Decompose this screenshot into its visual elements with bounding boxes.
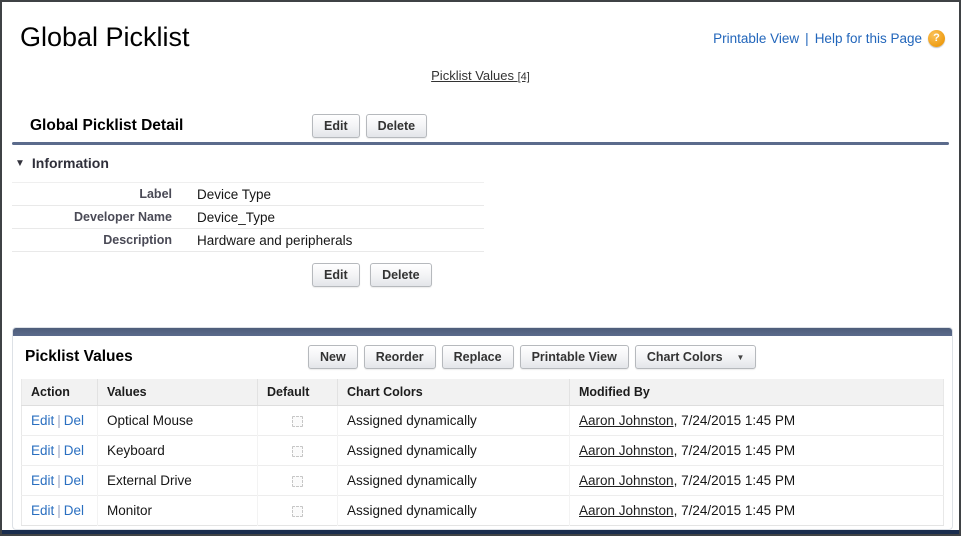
default-checkbox (292, 445, 303, 457)
field-label: Label (139, 187, 172, 201)
new-button[interactable]: New (308, 345, 358, 369)
modified-date: , 7/24/2015 1:45 PM (673, 503, 796, 518)
picklist-values-section: Picklist Values New Reorder Replace Prin… (12, 327, 953, 530)
default-cell (257, 465, 338, 496)
action-cell: Edit | Del (21, 405, 98, 436)
column-header-modified-by: Modified By (569, 379, 944, 406)
modified-by-user-link[interactable]: Aaron Johnston (579, 503, 674, 518)
edit-link[interactable]: Edit (31, 503, 54, 518)
header-links-separator: | (805, 31, 809, 46)
chart-colors-cell: Assigned dynamically (337, 465, 570, 496)
del-link[interactable]: Del (64, 503, 84, 518)
detail-section-title: Global Picklist Detail (30, 117, 184, 134)
value-cell: Monitor (97, 495, 258, 526)
column-header-action: Action (21, 379, 98, 406)
modified-by-user-link[interactable]: Aaron Johnston (579, 413, 674, 428)
edit-button-bottom[interactable]: Edit (312, 263, 360, 287)
printable-view-link[interactable]: Printable View (713, 31, 799, 46)
default-checkbox (292, 415, 303, 427)
edit-link[interactable]: Edit (31, 473, 54, 488)
jump-links: Picklist Values [4] (2, 68, 959, 83)
default-cell (257, 435, 338, 466)
edit-link[interactable]: Edit (31, 413, 54, 428)
action-cell: Edit | Del (21, 435, 98, 466)
detail-bottom-buttons: Edit Delete (312, 263, 432, 287)
edit-button[interactable]: Edit (312, 114, 360, 138)
picklist-values-jump-link[interactable]: Picklist Values [4] (431, 68, 530, 83)
del-link[interactable]: Del (64, 443, 84, 458)
field-row-description: Description Hardware and peripherals (12, 229, 484, 252)
field-row-developer-name: Developer Name Device_Type (12, 206, 484, 229)
action-separator: | (57, 473, 61, 488)
field-label: Developer Name (74, 210, 172, 224)
column-header-default: Default (257, 379, 338, 406)
default-checkbox (292, 505, 303, 517)
detail-section-header: Global Picklist Detail Edit Delete (30, 114, 428, 138)
delete-button-bottom[interactable]: Delete (370, 263, 432, 287)
value-cell: Optical Mouse (97, 405, 258, 436)
modified-date: , 7/24/2015 1:45 PM (673, 473, 796, 488)
page-title: Global Picklist (20, 22, 190, 52)
chart-colors-dropdown-button[interactable]: Chart Colors ▼ (634, 345, 757, 369)
modified-by-cell: Aaron Johnston, 7/24/2015 1:45 PM (569, 495, 944, 526)
field-value: Hardware and peripherals (197, 232, 353, 248)
modified-by-cell: Aaron Johnston, 7/24/2015 1:45 PM (569, 435, 944, 466)
chart-colors-cell: Assigned dynamically (337, 435, 570, 466)
global-picklist-page: Global Picklist Printable View | Help fo… (0, 0, 961, 536)
del-link[interactable]: Del (64, 413, 84, 428)
delete-button[interactable]: Delete (365, 114, 428, 138)
picklist-values-header: Picklist Values New Reorder Replace Prin… (13, 336, 952, 378)
header-links: Printable View | Help for this Page ? (713, 30, 945, 47)
default-checkbox (292, 475, 303, 487)
chevron-down-icon: ▼ (736, 353, 745, 362)
information-fields: Label Device Type Developer Name Device_… (12, 182, 484, 252)
default-cell (257, 405, 338, 436)
table-row-external-drive: Edit | Del External Drive Assigned dynamic… (21, 465, 944, 496)
modified-by-user-link[interactable]: Aaron Johnston (579, 443, 674, 458)
table-row-optical-mouse: Edit | Del Optical Mouse Assigned dynamica… (21, 405, 944, 436)
field-value: Device_Type (197, 209, 276, 225)
table-row-keyboard: Edit | Del Keyboard Assigned dynamically A… (21, 435, 944, 466)
reorder-button[interactable]: Reorder (363, 345, 436, 369)
chart-colors-cell: Assigned dynamically (337, 495, 570, 526)
action-separator: | (57, 443, 61, 458)
picklist-values-title: Picklist Values (25, 348, 133, 365)
replace-button[interactable]: Replace (441, 345, 514, 369)
modified-by-user-link[interactable]: Aaron Johnston (579, 473, 674, 488)
default-cell (257, 495, 338, 526)
window-bottom-edge (2, 530, 959, 534)
modified-date: , 7/24/2015 1:45 PM (673, 413, 796, 428)
help-for-this-page-link[interactable]: Help for this Page (815, 31, 922, 46)
value-cell: External Drive (97, 465, 258, 496)
action-cell: Edit | Del (21, 465, 98, 496)
modified-by-cell: Aaron Johnston, 7/24/2015 1:45 PM (570, 406, 944, 436)
edit-link[interactable]: Edit (31, 443, 54, 458)
action-separator: | (57, 413, 61, 428)
printable-view-button[interactable]: Printable View (519, 345, 629, 369)
value-cell: Keyboard (97, 435, 258, 466)
information-section-label: Information (31, 155, 109, 171)
chart-colors-cell: Assigned dynamically (337, 405, 570, 436)
column-header-chart-colors: Chart Colors (337, 379, 570, 406)
field-value: Device Type (197, 186, 272, 202)
collapse-triangle-icon[interactable]: ▼ (15, 158, 25, 169)
action-separator: | (57, 503, 61, 518)
field-label: Description (103, 233, 172, 247)
column-header-values: Values (97, 379, 258, 406)
table-header-row: Action Values Default Chart Colors Modif… (21, 379, 944, 406)
help-icon[interactable]: ? (928, 30, 945, 47)
section-divider (12, 142, 949, 145)
action-cell: Edit | Del (21, 495, 98, 526)
modified-by-cell: Aaron Johnston, 7/24/2015 1:45 PM (569, 465, 944, 496)
table-row-monitor: Edit | Del Monitor Assigned dynamically Aa… (21, 495, 944, 526)
field-row-label: Label Device Type (12, 183, 484, 206)
picklist-values-table: Action Values Default Chart Colors Modif… (21, 379, 944, 526)
picklist-values-top-bar (13, 328, 952, 336)
del-link[interactable]: Del (64, 473, 84, 488)
information-section-header: ▼ Information (15, 155, 109, 171)
modified-date: , 7/24/2015 1:45 PM (673, 443, 796, 458)
